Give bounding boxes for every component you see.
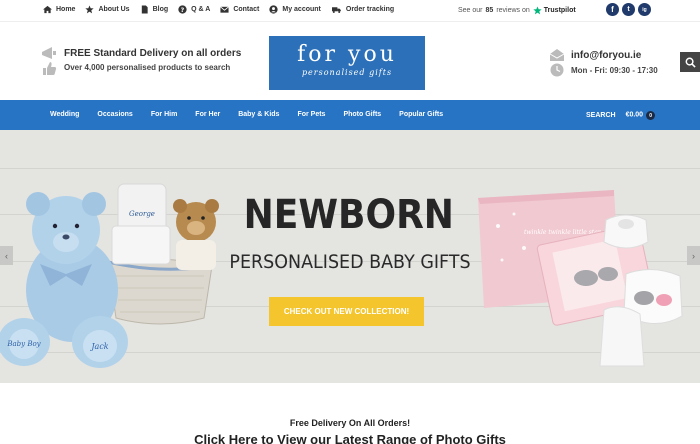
top-link-tracking-label: Order tracking [345,6,395,13]
slider-next-arrow[interactable]: › [687,246,700,265]
twitter-icon[interactable]: t [622,3,635,16]
reviews-summary[interactable]: See our 85 reviews on Trustpilot [458,6,576,15]
hero-cta-button[interactable]: CHECK OUT NEW COLLECTION! [269,297,424,326]
question-icon: ? [178,5,187,14]
nav-menu: Wedding Occasions For Him For Her Baby &… [50,111,461,118]
top-link-about-label: About Us [98,6,130,13]
search-icon [685,57,696,68]
top-link-tracking[interactable]: Order tracking [331,5,394,14]
nav-item-for-him[interactable]: For Him [151,111,177,118]
trustpilot-label: Trustpilot [543,7,576,14]
hero-banner: George Baby Boy Jack twinkle twinkle lit… [0,130,700,383]
logo-sub-text: personalised gifts [301,68,393,77]
nav-item-for-her[interactable]: For Her [195,111,220,118]
top-link-qa[interactable]: ? Q & A [178,5,210,14]
photo-gifts-link[interactable]: Click Here to View our Latest Range of P… [0,432,700,444]
nav-search-link[interactable]: SEARCH [586,112,616,119]
instagram-icon[interactable]: ig [638,3,651,16]
truck-icon [331,7,341,14]
top-utility-bar: Home About Us Blog ? Q & A Contact My ac… [0,0,700,22]
delivery-title: FREE Standard Delivery on all orders [64,48,242,59]
top-link-blog[interactable]: Blog [140,5,169,14]
nav-item-wedding[interactable]: Wedding [50,111,79,118]
svg-text:?: ? [181,7,185,14]
top-link-home-label: Home [56,6,76,13]
nav-cart[interactable]: €0.00 0 [626,111,656,120]
star-icon [85,5,95,14]
top-link-contact[interactable]: Contact [220,5,259,14]
cart-count-badge: 0 [646,111,656,120]
baby-gifts-left-image: George Baby Boy Jack [0,183,219,368]
top-link-contact-label: Contact [233,6,260,13]
contact-email[interactable]: info@foryou.ie [571,50,658,61]
free-delivery-text: Free Delivery On All Orders! [289,418,411,428]
teddy-foot-name: Jack [89,342,108,351]
cart-total: €0.00 [625,111,644,119]
top-link-account[interactable]: My account [269,5,321,14]
facebook-icon[interactable]: f [606,3,619,16]
envelope-icon [220,6,230,13]
delivery-info: FREE Standard Delivery on all orders Ove… [41,46,241,76]
reviews-prefix: See our [458,7,483,14]
teddy-foot-text: Baby Boy [6,340,41,348]
top-link-about[interactable]: About Us [85,5,130,14]
top-link-blog-label: Blog [152,6,169,13]
top-link-qa-label: Q & A [191,6,211,13]
social-links: f t ig [606,3,651,16]
megaphone-thumbs-icon [42,47,57,75]
chevron-left-icon: ‹ [5,250,8,261]
opening-hours: Mon - Fri: 09:30 - 17:30 [571,66,658,75]
hero-subheadline: PERSONALISED BABY GIFTS [229,251,471,273]
basket-name-text: George [129,210,155,218]
main-nav: Wedding Occasions For Him For Her Baby &… [0,100,700,130]
user-icon [269,5,279,14]
document-icon [141,5,148,14]
nav-item-photo-gifts[interactable]: Photo Gifts [343,111,381,118]
top-link-account-label: My account [282,6,321,13]
home-icon [43,5,52,14]
nav-item-for-pets[interactable]: For Pets [297,111,325,118]
chevron-right-icon: › [692,250,695,261]
reviews-count: 85 [485,7,494,14]
nav-item-baby-kids[interactable]: Baby & Kids [238,111,279,118]
nav-item-occasions[interactable]: Occasions [97,111,132,118]
top-link-home[interactable]: Home [43,5,75,14]
hero-headline: NEWBORN [243,192,454,238]
contact-info: info@foryou.ie Mon - Fri: 09:30 - 17:30 [549,48,658,78]
header-search-button[interactable] [680,52,700,72]
logo-main-text: for you [297,42,397,67]
site-header: FREE Standard Delivery on all orders Ove… [0,22,700,100]
trustpilot-logo: Trustpilot [533,6,576,15]
trustpilot-star-icon [533,6,542,15]
nav-item-popular-gifts[interactable]: Popular Gifts [399,111,443,118]
top-nav: Home About Us Blog ? Q & A Contact My ac… [43,5,394,14]
mail-clock-icon [549,49,565,77]
delivery-subtitle: Over 4,000 personalised products to sear… [64,63,231,72]
reviews-suffix: reviews on [496,7,530,14]
slider-prev-arrow[interactable]: ‹ [0,246,13,265]
baby-gifts-right-image: twinkle twinkle little star [478,190,683,367]
site-logo[interactable]: for you personalised gifts [269,36,425,90]
nav-right: SEARCH €0.00 0 [586,111,656,120]
